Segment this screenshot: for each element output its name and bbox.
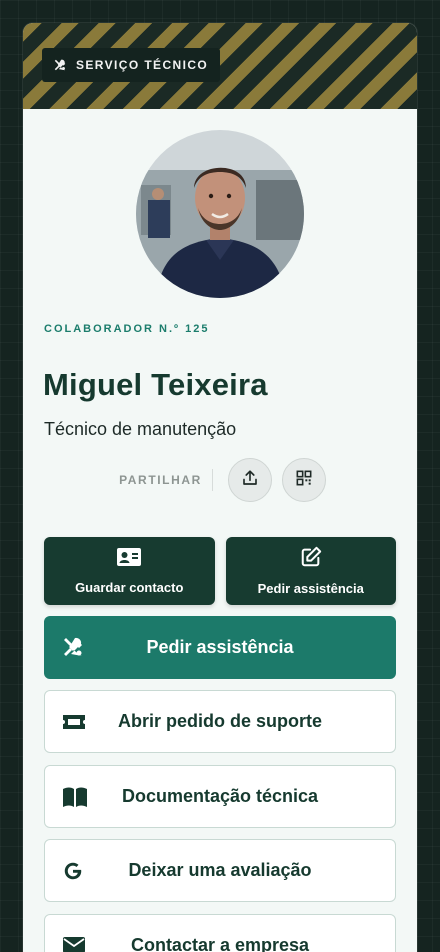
contact-card-icon: [117, 547, 142, 572]
technical-docs-button[interactable]: Documentação técnica: [44, 765, 396, 828]
profile-card: SERVIÇO TÉCNICO COLABORADOR N.º 125 Migu…: [23, 23, 417, 952]
badge-label: SERVIÇO TÉCNICO: [76, 58, 209, 72]
contact-company-button[interactable]: Contactar a empresa: [44, 914, 396, 952]
ticket-icon: [62, 711, 86, 738]
person-name: Miguel Teixeira: [43, 367, 268, 402]
share-label: PARTILHAR: [119, 469, 213, 491]
save-contact-label: Guardar contacto: [75, 580, 184, 595]
person-role: Técnico de manutenção: [44, 419, 237, 439]
tools-icon: [53, 58, 67, 72]
employee-number: COLABORADOR N.º 125: [44, 323, 210, 335]
edit-icon: [300, 546, 322, 573]
qr-code-icon: [296, 470, 312, 491]
envelope-icon: [62, 935, 86, 952]
google-icon: [62, 860, 84, 887]
share-row: PARTILHAR: [23, 458, 417, 502]
avatar: [136, 130, 304, 298]
request-assistance-button[interactable]: Pedir assistência: [44, 616, 396, 679]
upload-icon: [241, 469, 259, 492]
hazard-stripe-banner: SERVIÇO TÉCNICO: [23, 23, 417, 109]
open-support-ticket-button[interactable]: Abrir pedido de suporte: [44, 690, 396, 753]
leave-review-button[interactable]: Deixar uma avaliação: [44, 839, 396, 902]
contact-company-label: Contactar a empresa: [130, 935, 310, 952]
request-assistance-label: Pedir assistência: [146, 637, 294, 657]
request-assistance-tile-button[interactable]: Pedir assistência: [225, 537, 396, 605]
tools-icon: [61, 635, 85, 664]
qr-code-button[interactable]: [281, 458, 326, 502]
quick-actions: Guardar contacto Pedir assistência: [44, 537, 396, 605]
request-assistance-tile-label: Pedir assistência: [257, 581, 364, 596]
share-upload-button[interactable]: [227, 458, 272, 502]
technical-docs-label: Documentação técnica: [121, 786, 319, 806]
open-support-ticket-label: Abrir pedido de suporte: [117, 711, 322, 731]
book-icon: [62, 786, 88, 813]
service-badge: SERVIÇO TÉCNICO: [42, 48, 221, 82]
leave-review-label: Deixar uma avaliação: [128, 860, 312, 880]
save-contact-button[interactable]: Guardar contacto: [44, 537, 215, 605]
